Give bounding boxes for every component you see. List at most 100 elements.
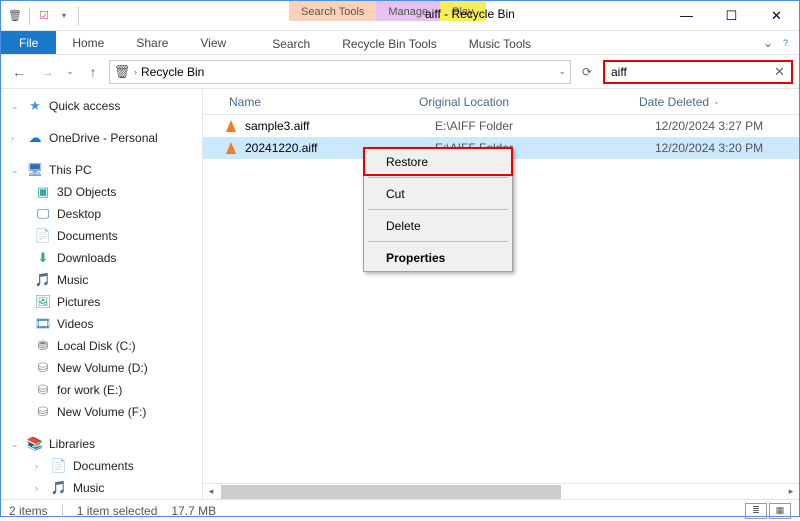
address-dropdown-icon[interactable]: ⌄ [558,66,566,77]
tab-search[interactable]: Search [256,31,326,54]
tree-label: Local Disk (C:) [57,339,136,353]
tree-new-volume-d[interactable]: ⛁New Volume (D:) [1,357,202,379]
scroll-right-icon[interactable]: ▸ [783,486,799,497]
thumbnails-view-button[interactable]: ▦ [769,503,791,519]
column-header-name[interactable]: Name [223,95,413,109]
tree-label: Pictures [57,295,100,309]
navigation-bar: ← → ⌄ ↑ 🗑 › Recycle Bin ⌄ ⟳ ✕ [1,55,799,89]
search-input[interactable] [611,65,774,79]
music-icon: 🎵 [51,480,67,496]
tree-label: OneDrive - Personal [49,131,158,145]
chevron-down-icon[interactable]: ⌄ [11,439,21,450]
separator [78,7,79,25]
column-header-original-location[interactable]: Original Location [413,95,633,109]
tree-for-work-e[interactable]: ⛁ for work (E:) [1,379,202,401]
maximize-button[interactable]: ☐ [709,1,754,30]
column-header-date-deleted[interactable]: Date Deleted ⌄ [633,95,763,109]
chevron-down-icon[interactable]: ⌄ [11,165,21,176]
tree-quick-access[interactable]: ⌄ ★ Quick access [1,95,202,117]
tree-label: Videos [57,317,93,331]
details-view-button[interactable]: ≣ [745,503,767,519]
file-original-location: E:\AIFF Folder [429,119,649,133]
tree-new-volume-f[interactable]: ⛁New Volume (F:) [1,401,202,423]
tab-view[interactable]: View [184,31,242,54]
ribbon-expand-icon[interactable]: ⌄ [753,31,783,54]
separator [29,7,30,25]
properties-icon[interactable]: ☑ [36,8,52,24]
address-segment[interactable]: Recycle Bin [141,65,204,79]
status-bar: 2 items 1 item selected 17.7 MB ≣ ▦ [1,499,799,521]
context-menu-cut[interactable]: Cut [364,180,512,207]
file-row[interactable]: sample3.aiff E:\AIFF Folder 12/20/2024 3… [203,115,799,137]
window-controls: — ☐ ✕ [664,1,799,30]
tree-label: for work (E:) [57,383,122,397]
tree-downloads[interactable]: ⬇Downloads [1,247,202,269]
pc-icon: 🖥 [27,162,43,178]
context-menu-delete[interactable]: Delete [364,212,512,239]
pictures-icon: 🖼 [35,294,51,310]
scrollbar-thumb[interactable] [221,485,561,499]
forward-button[interactable]: → [35,60,59,84]
context-menu-properties[interactable]: Properties [364,244,512,271]
download-icon: ⬇ [35,250,51,266]
tree-documents[interactable]: 📄Documents [1,225,202,247]
desktop-icon: 🖵 [35,206,51,222]
tab-recycle-bin-tools[interactable]: Recycle Bin Tools [326,31,453,54]
navigation-pane[interactable]: ⌄ ★ Quick access › ☁ OneDrive - Personal… [1,89,203,499]
tree-label: This PC [49,163,92,177]
tab-home[interactable]: Home [56,31,120,54]
document-icon: 📄 [35,228,51,244]
title-bar: 🗑 ☑ ▾ Search Tools Manage Play aiff - Re… [1,1,799,31]
vlc-icon [223,118,239,134]
search-box[interactable]: ✕ [603,60,793,84]
back-button[interactable]: ← [7,60,31,84]
close-button[interactable]: ✕ [754,1,799,30]
document-icon: 📄 [51,458,67,474]
tree-this-pc[interactable]: ⌄ 🖥 This PC [1,159,202,181]
recent-locations-dropdown[interactable]: ⌄ [63,60,77,84]
tree-label: Quick access [49,99,120,113]
address-bar[interactable]: 🗑 › Recycle Bin ⌄ [109,60,571,84]
up-button[interactable]: ↑ [81,60,105,84]
tree-libraries[interactable]: ⌄ 📚 Libraries [1,433,202,455]
libraries-icon: 📚 [27,436,43,452]
context-menu-restore[interactable]: Restore [364,148,512,175]
chevron-right-icon[interactable]: › [35,461,45,471]
chevron-right-icon[interactable]: › [134,67,137,77]
refresh-button[interactable]: ⟳ [575,60,599,84]
file-date-deleted: 12/20/2024 3:27 PM [649,119,799,133]
recycle-bin-icon: 🗑 [7,8,23,24]
tab-music-tools[interactable]: Music Tools [453,31,547,54]
tree-label: 3D Objects [57,185,116,199]
tree-3d-objects[interactable]: ▣ 3D Objects [1,181,202,203]
context-tab-search-tools: Search Tools [289,1,376,21]
tree-videos[interactable]: 🎞Videos [1,313,202,335]
tree-onedrive[interactable]: › ☁ OneDrive - Personal [1,127,202,149]
tree-music[interactable]: 🎵Music [1,269,202,291]
tree-lib-documents[interactable]: › 📄 Documents [1,455,202,477]
scroll-left-icon[interactable]: ◂ [203,486,219,497]
cube-icon: ▣ [35,184,51,200]
tree-local-disk-c[interactable]: ⛃ Local Disk (C:) [1,335,202,357]
tab-share[interactable]: Share [120,31,184,54]
minimize-button[interactable]: — [664,1,709,30]
chevron-down-icon[interactable]: ⌄ [11,101,21,112]
tree-desktop[interactable]: 🖵Desktop [1,203,202,225]
horizontal-scrollbar[interactable]: ◂ ▸ [203,483,799,499]
drive-icon: ⛁ [35,382,51,398]
chevron-right-icon[interactable]: › [11,133,21,143]
window-title: aiff - Recycle Bin [415,7,525,21]
clear-search-icon[interactable]: ✕ [774,64,785,80]
help-icon[interactable]: ? [783,31,791,54]
chevron-right-icon[interactable]: › [35,483,45,493]
tree-pictures[interactable]: 🖼 Pictures [1,291,202,313]
qat-dropdown-icon[interactable]: ▾ [56,8,72,24]
tree-lib-music[interactable]: ›🎵Music [1,477,202,499]
tree-label: Libraries [49,437,95,451]
drive-icon: ⛃ [35,338,51,354]
status-selection-size: 17.7 MB [171,504,216,518]
file-tab[interactable]: File [1,31,56,54]
column-headers: Name Original Location Date Deleted ⌄ [203,89,799,115]
tree-label: Documents [73,459,134,473]
view-mode-toggles: ≣ ▦ [745,503,791,519]
